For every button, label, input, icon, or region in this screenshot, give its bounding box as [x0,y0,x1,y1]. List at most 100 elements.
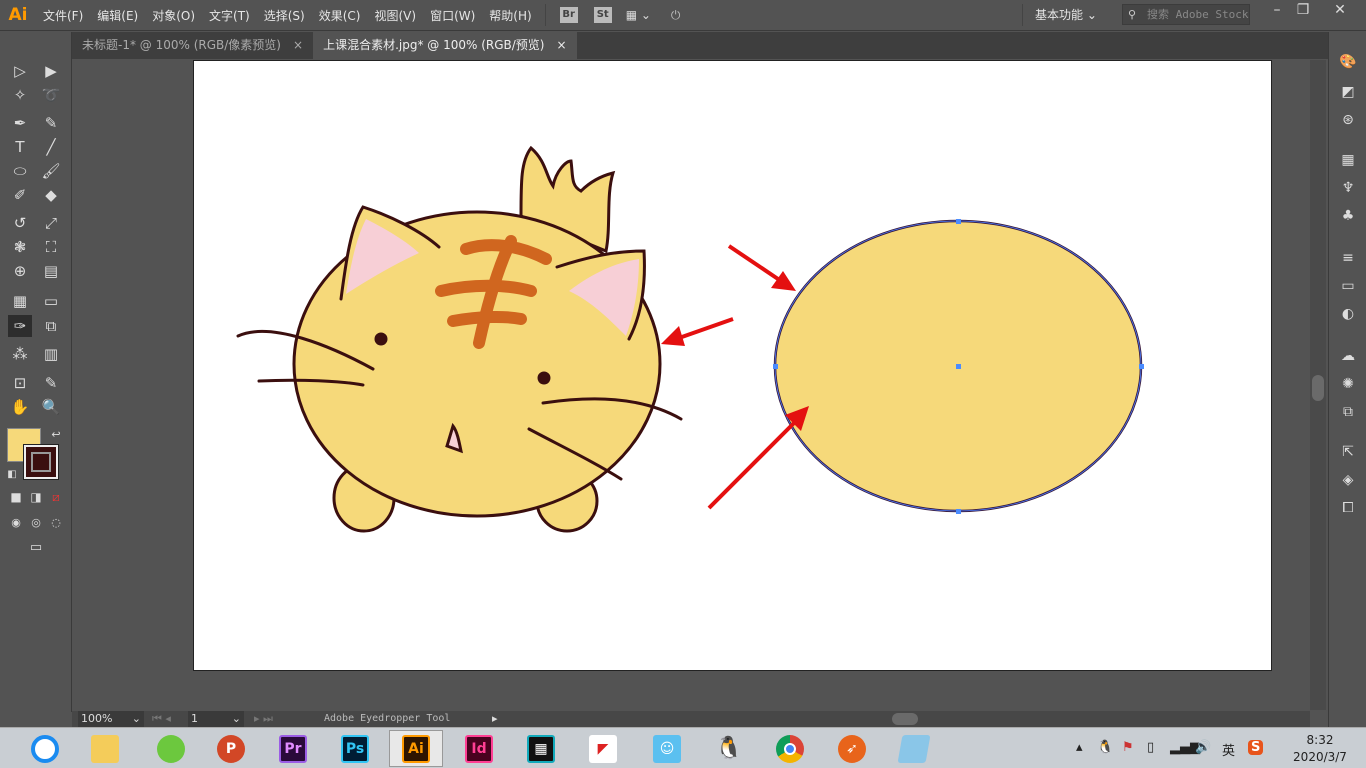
zoom-tool-icon[interactable]: 🔍 [39,396,63,418]
clock[interactable]: 8:32 2020/3/7 [1285,732,1355,766]
blend-tool-icon[interactable]: ⧉ [39,315,63,337]
symbols-icon[interactable]: ♣ [1338,208,1358,228]
free-transform-tool-icon[interactable]: ⛶ [39,236,63,258]
menu-edit[interactable]: 编辑(E) [90,7,145,24]
stroke-swatch[interactable] [23,444,59,480]
swap-colors-icon[interactable]: ↩ [44,424,68,446]
slice-tool-icon[interactable]: ✎ [39,372,63,394]
gradient-icon[interactable]: ▭ [1338,278,1358,298]
taskbar-photoshop[interactable]: Ps [328,730,382,767]
tray-sogou-icon[interactable]: S [1248,740,1264,755]
taskbar-illustrator[interactable]: Ai [389,730,443,767]
taskbar-chrome[interactable] [763,730,817,767]
tray-network-error-icon[interactable]: ⚑ [1122,740,1134,755]
menu-type[interactable]: 文字(T) [202,7,257,24]
cc-libraries-icon[interactable]: ☁ [1338,348,1358,368]
tray-expand-icon[interactable]: ▴ [1076,740,1083,755]
default-colors-icon[interactable]: ◧ [0,464,24,486]
menu-effect[interactable]: 效果(C) [312,7,368,24]
shape-builder-tool-icon[interactable]: ⊕ [8,260,32,282]
stock-button[interactable]: St [593,7,612,23]
hand-tool-icon[interactable]: ✋ [8,396,32,418]
vertical-scrollbar[interactable] [1310,60,1326,710]
direct-selection-tool-icon[interactable]: ▶ [39,60,63,82]
horizontal-scrollbar[interactable] [510,711,1300,727]
close-tab-icon[interactable]: × [556,32,566,59]
color-panel-icon[interactable]: 🎨 [1338,54,1358,74]
artboard-tool-icon[interactable]: ⊡ [8,372,32,394]
lasso-tool-icon[interactable]: ➰ [39,84,63,106]
color-guide-icon[interactable]: ◩ [1338,84,1358,104]
zoom-select[interactable]: 100% ⌄ [78,711,144,727]
menu-view[interactable]: 视图(V) [367,7,423,24]
taskbar-premiere[interactable]: Pr [266,730,320,767]
tray-qq-icon[interactable]: 🐧 [1097,740,1113,755]
menu-object[interactable]: 对象(O) [145,7,202,24]
taskbar-file-explorer[interactable] [78,730,132,767]
taskbar-powerpoint[interactable]: P [204,730,258,767]
stock-search-input[interactable]: ⚲ 搜索 Adobe Stock [1122,4,1250,25]
close-tab-icon[interactable]: × [293,32,303,59]
scale-tool-icon[interactable]: ⤢ [39,212,63,234]
taskbar-video-editor[interactable]: ▦ [514,730,568,767]
menu-select[interactable]: 选择(S) [257,7,312,24]
transparency-icon[interactable]: ◐ [1338,306,1358,326]
menu-file[interactable]: 文件(F) [36,7,90,24]
layers-icon[interactable]: ◈ [1338,472,1358,492]
taskbar-snipaste[interactable]: ☺ [640,730,694,767]
screen-mode-icon[interactable]: ▭ [24,537,48,559]
workspace-switcher[interactable]: 基本功能 ⌄ [1022,4,1109,26]
draw-inside-icon[interactable]: ◌ [44,512,68,534]
asset-export-icon[interactable]: ⧉ [1338,404,1358,424]
tray-ime-indicator[interactable]: 英 [1222,740,1235,759]
close-button[interactable]: ✕ [1325,2,1355,22]
artboard-nav-next[interactable]: ▸ ⏭ [254,711,273,727]
magic-wand-tool-icon[interactable]: ✧ [8,84,32,106]
artboard[interactable] [193,60,1272,671]
tab-material[interactable]: 上课混合素材.jpg* @ 100% (RGB/预览) × [313,32,577,59]
curvature-tool-icon[interactable]: ✎ [39,112,63,134]
rotate-tool-icon[interactable]: ↺ [8,212,32,234]
gpu-performance-icon[interactable]: ⏻ [671,8,681,23]
brushes-icon[interactable]: ♆ [1338,180,1358,200]
artboard-nav-first[interactable]: ⏮ ◂ [152,711,171,727]
eraser-tool-icon[interactable]: ◆ [39,184,63,206]
column-graph-tool-icon[interactable]: ▥ [39,343,63,365]
restore-button[interactable]: ❐ [1288,2,1318,22]
taskbar-notes[interactable] [887,730,941,767]
warp-tool-icon[interactable]: ❃ [8,236,32,258]
image-trace-icon[interactable]: ✺ [1338,376,1358,396]
perspective-grid-tool-icon[interactable]: ▤ [39,260,63,282]
arrange-documents-icon[interactable]: ▦ ⌄ [626,8,651,22]
taskbar-kingsoft[interactable]: ◤ [576,730,630,767]
mesh-tool-icon[interactable]: ▦ [8,290,32,312]
ellipse-tool-icon[interactable]: ⬭ [8,160,32,182]
tab-untitled[interactable]: 未标题-1* @ 100% (RGB/像素预览) × [72,32,313,59]
scroll-thumb[interactable] [892,713,918,725]
selection-tool-icon[interactable]: ▷ [8,60,32,82]
gradient-tool-icon[interactable]: ▭ [39,290,63,312]
artboards-icon[interactable]: ⧠ [1338,500,1358,520]
type-tool-icon[interactable]: T [8,136,32,158]
eyedropper-tool-icon[interactable]: ✑ [8,315,32,337]
paintbrush-tool-icon[interactable]: 🖌 [39,160,63,182]
taskbar-browser[interactable] [18,730,72,767]
transform-icon[interactable]: ⇱ [1338,444,1358,464]
scroll-thumb[interactable] [1312,375,1324,401]
line-tool-icon[interactable]: ╱ [39,136,63,158]
artboard-number-input[interactable]: 1 ⌄ [188,711,244,727]
stroke-icon[interactable]: ≡ [1338,250,1358,270]
pen-tool-icon[interactable]: ✒ [8,112,32,134]
taskbar-wechat[interactable] [144,730,198,767]
taskbar-qq[interactable]: 🐧 [702,730,756,767]
taskbar-foxmail[interactable]: ➶ [825,730,879,767]
bridge-button[interactable]: Br [559,7,578,23]
appearance-icon[interactable]: ⊛ [1338,112,1358,132]
none-mode-icon[interactable]: ⧄ [44,486,68,508]
menu-help[interactable]: 帮助(H) [482,7,538,24]
shaper-tool-icon[interactable]: ✐ [8,184,32,206]
menu-window[interactable]: 窗口(W) [423,7,482,24]
swatches-icon[interactable]: ▦ [1338,152,1358,172]
tray-battery-icon[interactable]: ▯ [1147,740,1154,755]
taskbar-indesign[interactable]: Id [452,730,506,767]
